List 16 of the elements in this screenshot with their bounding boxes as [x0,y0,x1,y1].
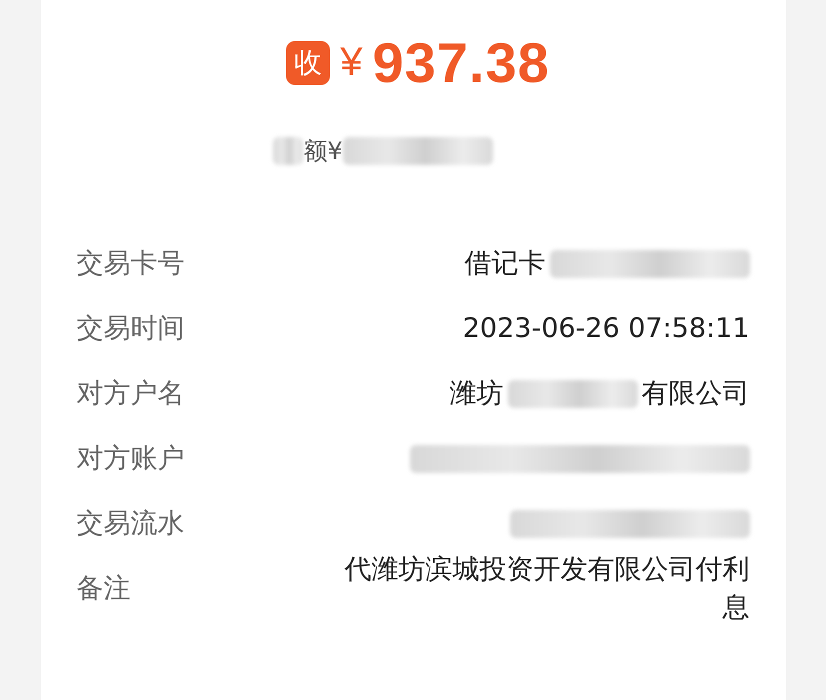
currency-symbol: ¥ [340,40,362,85]
field-label: 交易流水 [76,507,184,541]
field-value: 有限公司 [642,377,750,411]
amount-text: 937.38 [372,30,550,95]
field-label: 备注 [76,572,130,606]
field-label: 交易时间 [76,312,184,346]
balance-text: 额¥ [303,136,343,167]
field-label: 对方户名 [76,377,184,411]
field-value: 代潍坊滨城投资开发有限公司付利息 [344,553,750,625]
field-label: 交易卡号 [76,247,184,281]
income-badge: 收 [286,40,330,84]
field-label: 对方账户 [76,442,184,476]
field-value: 潍坊 [450,377,504,411]
redaction-blur [273,137,304,165]
field-value: 借记卡 [464,247,546,281]
field-value: 2023-06-26 07:58:11 [462,312,750,346]
